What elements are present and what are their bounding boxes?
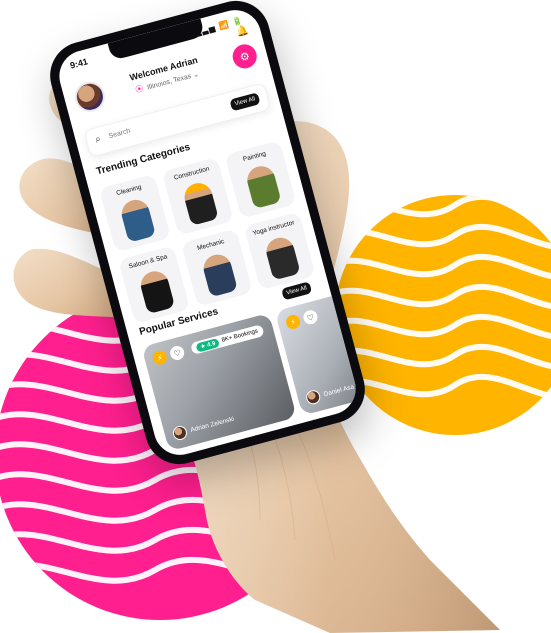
category-person-image: [137, 268, 175, 315]
status-time: 9:41: [68, 56, 89, 71]
bolt-icon: ⚡: [284, 313, 302, 331]
provider-avatar: [171, 424, 189, 442]
view-all-button-popular[interactable]: View All: [281, 281, 313, 301]
category-person-image: [200, 251, 238, 298]
category-label: Mechanic: [196, 238, 226, 253]
category-construction[interactable]: Construction: [161, 157, 234, 236]
provider-avatar: [304, 388, 322, 406]
chevron-down-icon: ⌄: [192, 70, 200, 80]
rating-text: 4.9: [206, 340, 217, 349]
scene: 9:41 ▂▃▅ 📶 🔋 Welcome Adrian ⦿ Illinoios,…: [0, 0, 551, 633]
category-label: Painting: [242, 150, 267, 164]
category-yoga-instructor[interactable]: Yoga instructor: [243, 211, 316, 291]
heart-icon[interactable]: ♡: [168, 344, 186, 362]
bolt-icon: ⚡: [151, 349, 169, 367]
category-label: Construction: [173, 165, 211, 182]
service-provider: Adrian Zelenski: [171, 412, 235, 442]
bookings-text: 8K+ Bookings: [221, 328, 259, 344]
filter-icon: ⚙: [238, 49, 252, 64]
provider-name: Adrian Zelenski: [189, 415, 235, 434]
search-icon: ⌕: [93, 133, 103, 146]
category-label: Yoga instructor: [251, 219, 296, 238]
location-pin-icon: ⦿: [134, 83, 145, 95]
category-label: Saloon & Spa: [127, 253, 169, 271]
category-person-image: [180, 180, 219, 226]
category-person-image: [118, 196, 156, 243]
category-saloon-spa[interactable]: Saloon & Spa: [118, 245, 191, 324]
view-all-button-search[interactable]: View All: [229, 92, 261, 112]
heart-icon[interactable]: ♡: [301, 308, 320, 326]
category-person-image: [262, 234, 301, 281]
search-placeholder: Search: [107, 127, 132, 141]
category-painting[interactable]: Painting: [224, 140, 297, 219]
rating-value: ★ 4.9: [195, 337, 221, 353]
notification-bell-icon[interactable]: 🔔: [235, 25, 250, 40]
category-cleaning[interactable]: Cleaning: [98, 173, 172, 253]
provider-name: Daniel Asa: [322, 382, 355, 398]
service-provider: Daniel Asa: [304, 380, 356, 406]
category-person-image: [243, 163, 282, 210]
category-mechanic[interactable]: Mechanic: [180, 228, 254, 308]
rating-bookings-badge: ★ 4.9 8K+ Bookings: [190, 324, 265, 355]
category-label: Cleaning: [115, 183, 143, 198]
